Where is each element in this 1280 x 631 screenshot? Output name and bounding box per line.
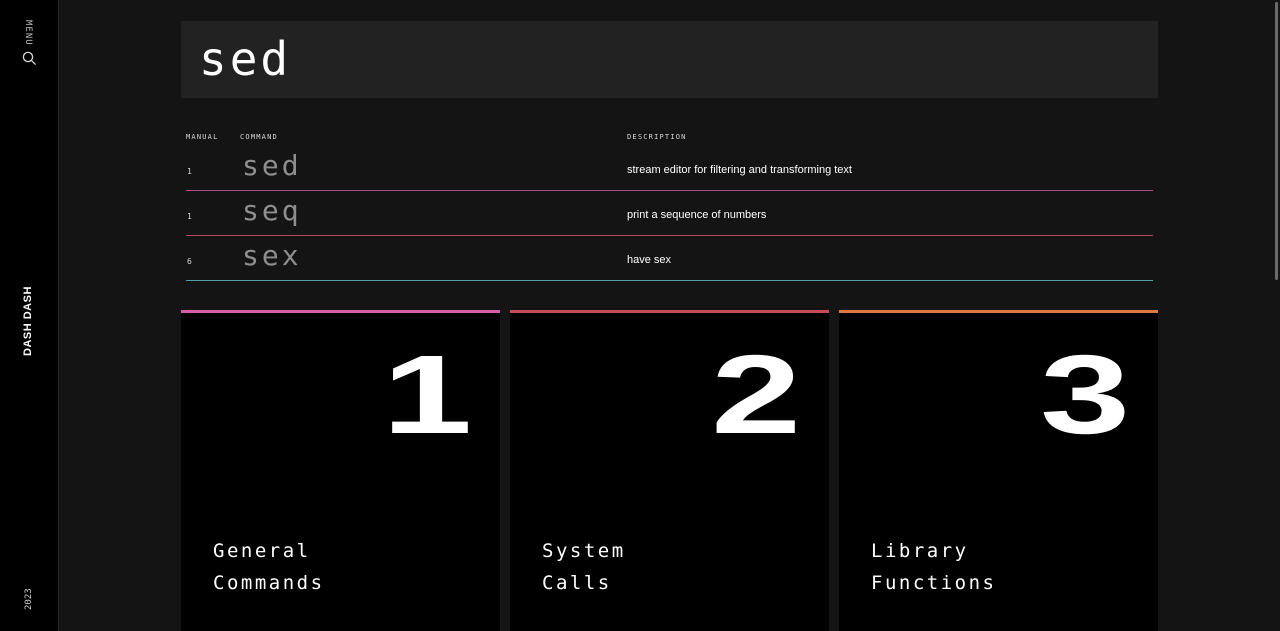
section-number: 1 <box>381 332 472 457</box>
row-manual: 6 <box>187 257 192 266</box>
section-title-line: Functions <box>871 572 997 594</box>
section-title: System Calls <box>542 535 626 599</box>
row-manual: 1 <box>187 212 192 221</box>
section-number: 3 <box>1039 332 1130 457</box>
section-card-library-functions[interactable]: 3 Library Functions <box>839 310 1158 631</box>
scrollbar-thumb[interactable] <box>1275 2 1278 280</box>
row-description: print a sequence of numbers <box>627 209 767 221</box>
menu-button[interactable]: MENU <box>23 20 33 46</box>
section-title-line: Library <box>871 540 969 562</box>
section-title-line: System <box>542 540 626 562</box>
section-title-line: Calls <box>542 572 612 594</box>
row-command[interactable]: sex <box>242 239 302 272</box>
row-description: have sex <box>627 254 672 266</box>
search-icon[interactable] <box>22 51 37 66</box>
section-card-general-commands[interactable]: 1 General Commands <box>181 310 500 631</box>
result-row-seq[interactable]: 1 seq print a sequence of numbers <box>186 191 1153 236</box>
sidebar: MENU DASH DASH 2023 <box>0 0 59 631</box>
section-title: General Commands <box>213 535 325 599</box>
search-input[interactable] <box>199 29 1139 89</box>
header-command: COMMAND <box>240 133 278 141</box>
results-table: MANUAL COMMAND DESCRIPTION 1 sed stream … <box>186 130 1153 281</box>
section-number: 2 <box>710 332 801 457</box>
section-card-system-calls[interactable]: 2 System Calls <box>510 310 829 631</box>
section-title-line: Commands <box>213 572 325 594</box>
header-manual: MANUAL <box>186 133 219 141</box>
row-command[interactable]: sed <box>242 149 302 182</box>
row-description: stream editor for filtering and transfor… <box>627 164 852 176</box>
header-description: DESCRIPTION <box>627 133 687 141</box>
scrollbar[interactable] <box>1272 0 1280 631</box>
row-command[interactable]: seq <box>242 194 302 227</box>
results-header: MANUAL COMMAND DESCRIPTION <box>186 130 1153 146</box>
row-manual: 1 <box>187 167 192 176</box>
section-title-line: General <box>213 540 311 562</box>
result-row-sed[interactable]: 1 sed stream editor for filtering and tr… <box>186 146 1153 191</box>
search-box <box>181 21 1158 98</box>
result-row-sex[interactable]: 6 sex have sex <box>186 236 1153 281</box>
brand-logo[interactable]: DASH DASH <box>22 274 34 356</box>
section-title: Library Functions <box>871 535 996 599</box>
year-label: 2023 <box>24 588 34 610</box>
